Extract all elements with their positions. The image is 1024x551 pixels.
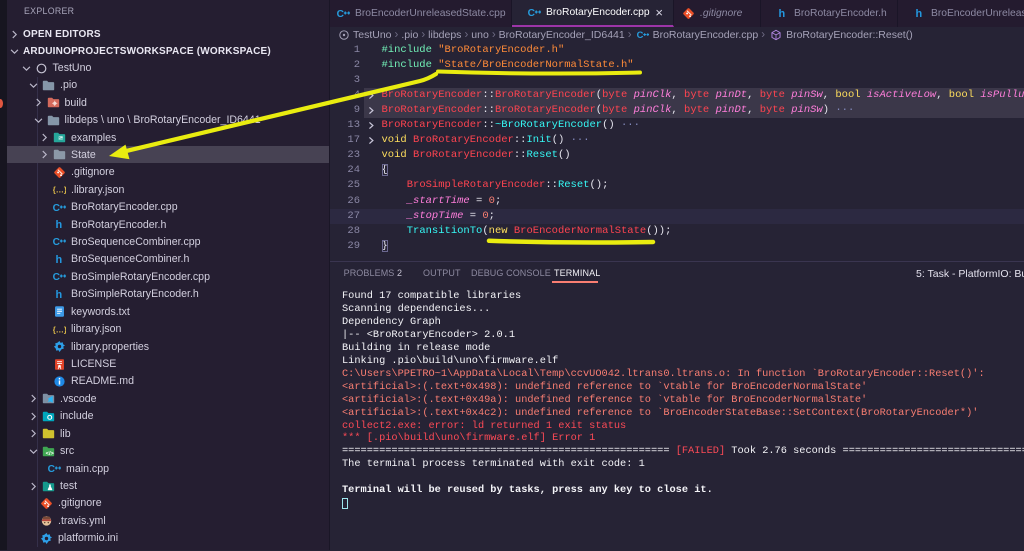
svg-text:{…}: {…} <box>53 325 66 334</box>
svg-text:h: h <box>55 219 62 231</box>
svg-text:C: C <box>48 464 56 475</box>
svg-text:C: C <box>53 202 61 213</box>
svg-text:C: C <box>637 30 644 40</box>
svg-text:C: C <box>53 237 61 248</box>
svg-text:C: C <box>53 272 61 283</box>
svg-text:h: h <box>55 289 62 301</box>
svg-text:C: C <box>528 8 536 19</box>
svg-text:C: C <box>337 9 345 20</box>
svg-text:h: h <box>55 254 62 266</box>
svg-text:{…}: {…} <box>53 185 66 194</box>
svg-text:h: h <box>778 8 785 20</box>
svg-text:</>: </> <box>46 450 55 456</box>
svg-text:h: h <box>915 8 922 20</box>
